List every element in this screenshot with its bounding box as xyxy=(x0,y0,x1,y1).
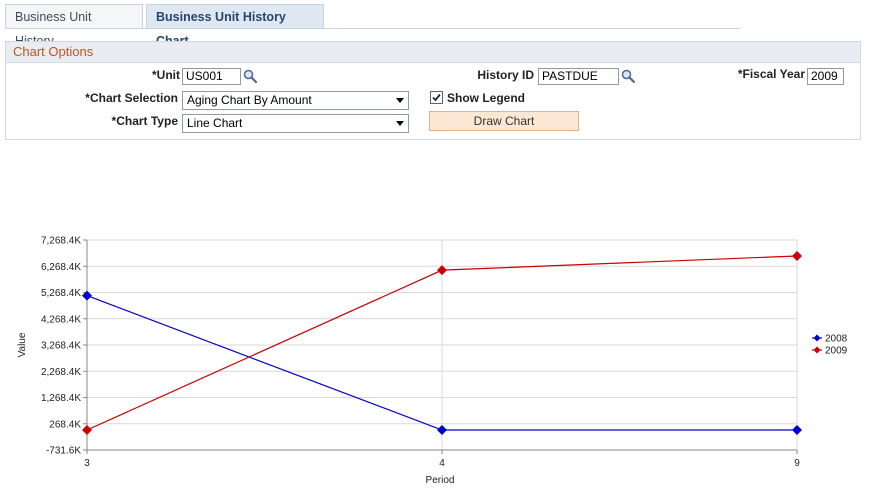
y-tick-label: 268.4K xyxy=(49,419,81,430)
tab-business-unit-history-chart[interactable]: Business Unit History Chart xyxy=(146,4,324,48)
y-tick-label: -731.6K xyxy=(46,446,81,457)
history-id-lookup-icon[interactable] xyxy=(621,69,635,83)
legend-label: 2009 xyxy=(825,346,848,357)
y-tick-label: 1,268.4K xyxy=(41,393,81,404)
checkmark-icon xyxy=(432,93,441,102)
unit-lookup-icon[interactable] xyxy=(243,69,257,83)
chart-type-select[interactable]: Line Chart xyxy=(182,114,409,133)
fiscal-year-field[interactable]: 2009 xyxy=(807,68,844,85)
x-tick-label: 9 xyxy=(794,458,800,469)
y-tick-label: 5,268.4K xyxy=(41,288,81,299)
y-tick-label: 4,268.4K xyxy=(41,314,81,325)
chart-selection-value: Aging Chart By Amount xyxy=(187,93,312,107)
y-axis-ticks: -731.6K 268.4K 1,268.4K 2,268.4K 3,268.4K 4,2… xyxy=(41,236,87,457)
unit-label: *Unit xyxy=(152,68,180,82)
show-legend-label: Show Legend xyxy=(447,91,525,105)
legend-swatch-marker xyxy=(813,334,821,342)
y-axis-label: Value xyxy=(17,332,28,357)
y-tick-label: 6,268.4K xyxy=(41,262,81,273)
x-tick-label: 4 xyxy=(439,458,445,469)
y-tick-label: 3,268.4K xyxy=(41,341,81,352)
draw-chart-button[interactable]: Draw Chart xyxy=(429,111,579,131)
x-axis-ticks: 3 4 9 xyxy=(84,450,800,469)
data-point-2008 xyxy=(437,425,447,436)
chart-type-label: *Chart Type xyxy=(111,114,178,128)
data-point-2008 xyxy=(792,425,802,436)
line-chart: -731.6K 268.4K 1,268.4K 2,268.4K 3,268.4K 4,2… xyxy=(17,236,848,487)
chevron-down-icon xyxy=(396,98,404,103)
history-id-label: History ID xyxy=(477,68,534,82)
fiscal-year-label: *Fiscal Year xyxy=(737,67,805,81)
unit-field[interactable]: US001 xyxy=(182,68,241,85)
x-tick-label: 3 xyxy=(84,458,90,469)
legend-label: 2008 xyxy=(825,334,848,345)
y-tick-label: 2,268.4K xyxy=(41,367,81,378)
chart-selection-select[interactable]: Aging Chart By Amount xyxy=(182,91,409,110)
legend-swatch-marker xyxy=(813,346,821,354)
x-axis-label: Period xyxy=(426,475,455,486)
chart-legend: 20082009 xyxy=(812,334,848,357)
tab-label-pre: Business Unit xyxy=(15,10,92,24)
history-id-field[interactable]: PASTDUE xyxy=(538,68,619,85)
tab-bar: Business Unit History Business Unit Hist… xyxy=(5,4,740,48)
data-point-2009 xyxy=(82,425,92,436)
data-point-2009 xyxy=(792,250,802,261)
tab-business-unit-history[interactable]: Business Unit History xyxy=(5,4,143,48)
tab-bar-line xyxy=(5,28,740,29)
chart-options-panel: Chart Options *Unit US001 History ID PAS… xyxy=(5,41,861,140)
panel-title: Chart Options xyxy=(13,44,94,59)
chart-selection-label: *Chart Selection xyxy=(85,91,178,105)
panel-header: Chart Options xyxy=(6,42,860,63)
y-tick-label: 7,268.4K xyxy=(41,236,81,247)
chart-type-value: Line Chart xyxy=(187,116,243,130)
chevron-down-icon xyxy=(396,121,404,126)
show-legend-checkbox[interactable] xyxy=(430,91,443,104)
